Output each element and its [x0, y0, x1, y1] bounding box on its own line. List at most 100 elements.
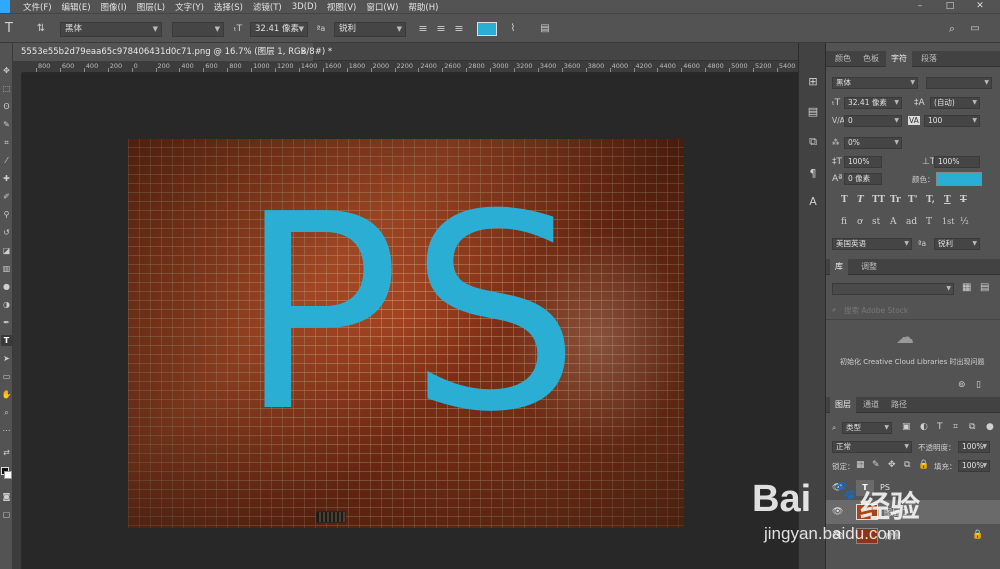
- tab-channels[interactable]: 通道: [858, 397, 884, 413]
- char-baseline-shift[interactable]: 0 像素: [844, 173, 882, 185]
- font-family-select[interactable]: 黑体 ▼: [60, 22, 162, 37]
- stylistic-alternates-button[interactable]: ad: [906, 217, 917, 227]
- discretionary-ligatures-button[interactable]: st: [872, 217, 880, 227]
- char-color-swatch[interactable]: [936, 172, 982, 186]
- ligatures-button[interactable]: fi: [841, 217, 847, 227]
- menu-window[interactable]: 窗口(W): [361, 1, 403, 13]
- char-tracking[interactable]: 100 ▼: [924, 115, 980, 127]
- filter-adjustment-icon[interactable]: ◐: [920, 422, 928, 432]
- canvas-area[interactable]: PS: [22, 73, 798, 569]
- faux-italic-button[interactable]: T: [857, 195, 864, 205]
- lock-artboard-icon[interactable]: ⧉: [904, 460, 910, 470]
- font-size-select[interactable]: 32.41 像素 ▼: [250, 22, 308, 37]
- superscript-button[interactable]: T': [908, 195, 917, 205]
- history-brush-tool-icon[interactable]: ↺: [1, 227, 12, 238]
- crop-tool-icon[interactable]: ⌗: [1, 137, 12, 148]
- trash-icon[interactable]: ▯: [976, 380, 981, 390]
- eyedropper-tool-icon[interactable]: ⁄: [1, 155, 12, 166]
- faux-bold-button[interactable]: T: [841, 195, 848, 205]
- library-select[interactable]: ▼: [832, 283, 954, 295]
- align-left-icon[interactable]: ≡: [416, 14, 430, 44]
- close-tab-icon[interactable]: ×: [300, 43, 307, 61]
- paragraph-panel-icon[interactable]: ¶: [804, 165, 822, 183]
- hand-tool-icon[interactable]: ✋: [1, 389, 12, 400]
- lock-position-icon[interactable]: ✥: [888, 460, 896, 470]
- filter-pixel-icon[interactable]: ▣: [902, 422, 911, 432]
- lasso-tool-icon[interactable]: ʘ: [1, 101, 12, 112]
- swash-button[interactable]: A: [890, 217, 897, 227]
- subscript-button[interactable]: T,: [926, 195, 935, 205]
- blur-tool-icon[interactable]: ●: [1, 281, 12, 292]
- menu-help[interactable]: 帮助(H): [403, 1, 443, 13]
- menu-edit[interactable]: 编辑(E): [57, 1, 96, 13]
- text-color-swatch[interactable]: [477, 22, 497, 36]
- menu-view[interactable]: 视图(V): [322, 1, 361, 13]
- tab-libraries[interactable]: 库: [830, 259, 848, 275]
- screen-mode-icon[interactable]: ▢: [1, 509, 12, 520]
- char-font-family[interactable]: 黑体 ▼: [832, 77, 918, 89]
- path-selection-tool-icon[interactable]: ➤: [1, 353, 12, 364]
- brick-wall-image[interactable]: PS: [128, 139, 684, 528]
- grid-view-icon[interactable]: ▦: [962, 282, 971, 293]
- type-tool-icon[interactable]: T: [1, 335, 12, 346]
- layer-filter-kind[interactable]: 类型 ▼: [842, 422, 892, 434]
- cc-sync-icon[interactable]: ⊚: [958, 380, 966, 390]
- character-panel-icon[interactable]: A: [804, 193, 822, 211]
- tab-adjustments[interactable]: 调整: [856, 259, 882, 275]
- lock-pixels-icon[interactable]: ✎: [872, 460, 880, 470]
- brush-tool-icon[interactable]: ✐: [1, 191, 12, 202]
- toggle-text-orientation-icon[interactable]: ⇅: [34, 14, 48, 44]
- char-font-style[interactable]: ▼: [926, 77, 992, 89]
- more-tools-icon[interactable]: ⋯: [1, 425, 12, 436]
- strikethrough-button[interactable]: T: [960, 195, 967, 205]
- minimize-button[interactable]: –: [905, 0, 935, 13]
- history-panel-icon[interactable]: ⊞: [804, 73, 822, 91]
- gradient-tool-icon[interactable]: ▥: [1, 263, 12, 274]
- background-color-swatch[interactable]: [4, 471, 12, 479]
- swap-colors-icon[interactable]: ⇄: [1, 447, 12, 458]
- menu-type[interactable]: 文字(Y): [170, 1, 209, 13]
- align-center-icon[interactable]: ≡: [434, 14, 448, 44]
- eraser-tool-icon[interactable]: ◪: [1, 245, 12, 256]
- zoom-tool-icon[interactable]: ⌕: [1, 407, 12, 418]
- stock-search-input[interactable]: 搜索 Adobe Stock: [844, 305, 908, 316]
- healing-brush-tool-icon[interactable]: ✚: [1, 173, 12, 184]
- close-window-button[interactable]: ✕: [965, 0, 995, 13]
- quick-select-tool-icon[interactable]: ✎: [1, 119, 12, 130]
- fill-input[interactable]: 100% ▼: [958, 460, 990, 472]
- lock-all-icon[interactable]: 🔒: [918, 460, 929, 470]
- char-font-size[interactable]: 32.41 像素 ▼: [844, 97, 902, 109]
- tab-layers[interactable]: 图层: [830, 397, 856, 413]
- filter-type-icon[interactable]: T: [937, 422, 943, 432]
- horizontal-ruler[interactable]: 800 600 400 200 0 200 400 600 800 1000 1200 1400 160…: [22, 61, 798, 73]
- old-style-button[interactable]: ơ: [857, 217, 862, 227]
- blend-mode-select[interactable]: 正常 ▼: [832, 441, 912, 453]
- menu-select[interactable]: 选择(S): [209, 1, 248, 13]
- char-antialias-select[interactable]: 锐利 ▼: [934, 238, 980, 250]
- type-tool-icon[interactable]: T: [2, 14, 16, 44]
- tab-paragraph[interactable]: 段落: [916, 51, 942, 67]
- lock-transparent-icon[interactable]: ▦: [856, 460, 865, 470]
- char-kerning[interactable]: 0 ▼: [844, 115, 902, 127]
- menu-image[interactable]: 图像(I): [96, 1, 132, 13]
- titling-alternates-button[interactable]: T: [926, 217, 932, 227]
- search-icon[interactable]: ⌕: [945, 14, 959, 44]
- workspace-icon[interactable]: ▭: [968, 14, 982, 44]
- marquee-tool-icon[interactable]: ⬚: [1, 83, 12, 94]
- rectangle-tool-icon[interactable]: ▭: [1, 371, 12, 382]
- char-vertical-scale[interactable]: 100%: [844, 156, 882, 168]
- pen-tool-icon[interactable]: ✒: [1, 317, 12, 328]
- menu-3d[interactable]: 3D(D): [287, 2, 322, 12]
- tab-character[interactable]: 字符: [886, 51, 912, 67]
- all-caps-button[interactable]: TT: [872, 195, 885, 205]
- ruler-origin[interactable]: [13, 61, 22, 73]
- text-layer-ps[interactable]: PS: [238, 179, 588, 449]
- menu-file[interactable]: 文件(F): [18, 1, 57, 13]
- char-tsume[interactable]: 0% ▼: [844, 137, 902, 149]
- menu-layer[interactable]: 图层(L): [132, 1, 170, 13]
- filter-toggle-icon[interactable]: ●: [986, 422, 994, 432]
- font-style-select[interactable]: ▼: [172, 22, 224, 37]
- small-caps-button[interactable]: Tr: [890, 195, 901, 205]
- maximize-button[interactable]: □: [935, 0, 965, 13]
- antialias-select[interactable]: 锐利 ▼: [334, 22, 406, 37]
